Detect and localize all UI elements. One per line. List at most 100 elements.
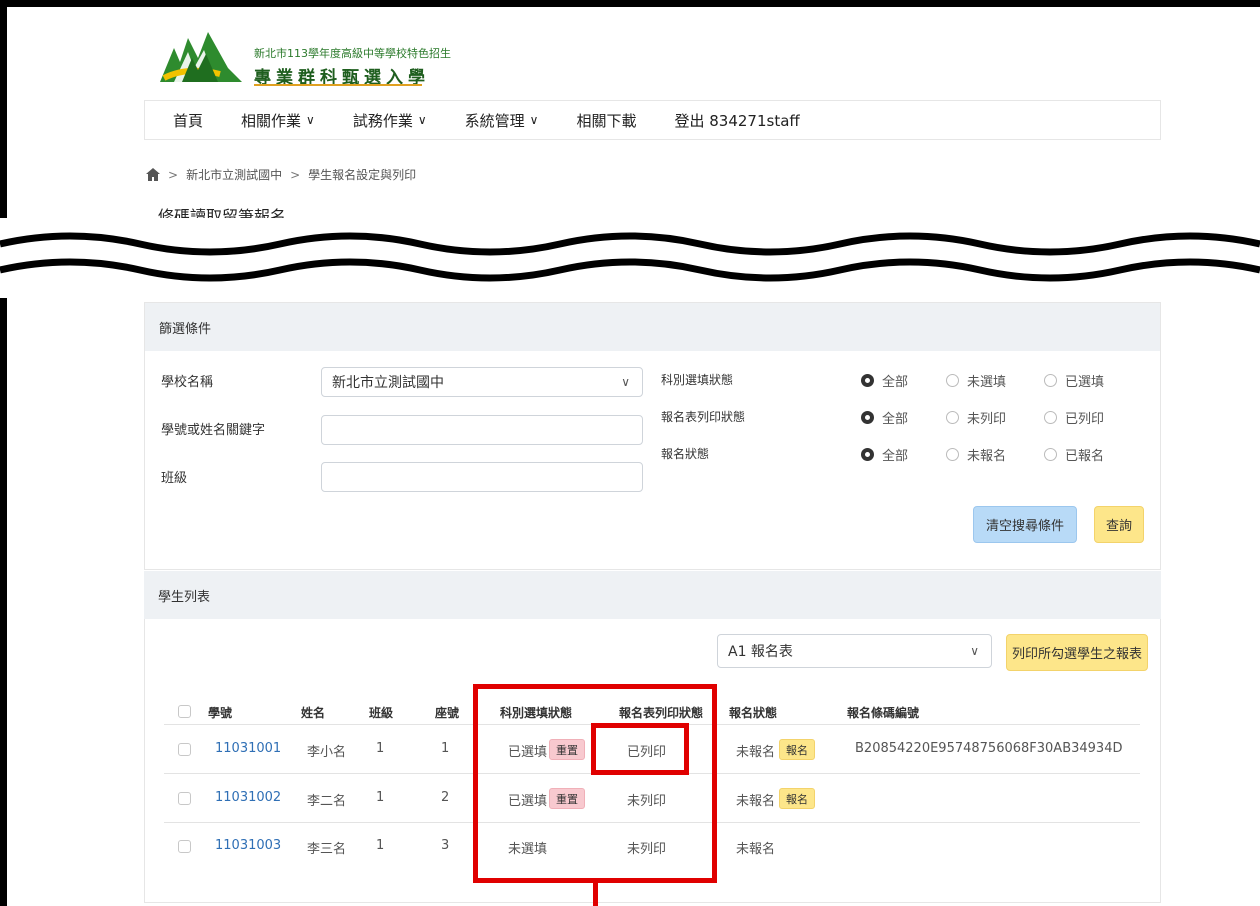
barcode-number: B20854220E95748756068F30AB34934D bbox=[855, 741, 1123, 756]
student-name: 李小名 bbox=[307, 745, 347, 760]
select-all-checkbox[interactable] bbox=[178, 705, 191, 718]
chevron-down-icon: ∨ bbox=[970, 644, 979, 658]
breadcrumb-separator: > bbox=[168, 167, 179, 182]
radio-label: 已選填 bbox=[1065, 375, 1105, 390]
col-header-reg-status[interactable]: 報名狀態 bbox=[729, 704, 777, 721]
radio-label: 已報名 bbox=[1065, 449, 1105, 464]
nav-item-exam-work[interactable]: 試務作業 ∨ bbox=[353, 110, 427, 131]
breadcrumb-item-school[interactable]: 新北市立測試國中 bbox=[186, 166, 282, 183]
breadcrumb: > 新北市立測試國中 > 學生報名設定與列印 bbox=[146, 166, 416, 183]
student-seat: 3 bbox=[441, 838, 450, 853]
school-label: 學校名稱 bbox=[161, 375, 214, 390]
keyword-input[interactable] bbox=[321, 415, 643, 445]
col-header-barcode[interactable]: 報名條碼編號 bbox=[847, 704, 919, 721]
print-status-label: 報名表列印狀態 bbox=[661, 410, 746, 424]
print-selected-button[interactable]: 列印所勾選學生之報表 bbox=[1006, 634, 1148, 671]
clear-filters-button[interactable]: 清空搜尋條件 bbox=[973, 506, 1077, 543]
student-id-link[interactable]: 11031003 bbox=[215, 838, 281, 853]
radio-reg-unregistered[interactable]: 未報名 bbox=[946, 445, 1006, 464]
student-seat: 1 bbox=[441, 741, 450, 756]
radio-dot bbox=[946, 448, 959, 461]
radio-dot bbox=[1044, 374, 1057, 387]
nav-item-system-admin[interactable]: 系統管理 ∨ bbox=[465, 110, 539, 131]
radio-label: 全部 bbox=[882, 412, 909, 427]
student-name: 李二名 bbox=[307, 794, 347, 809]
student-id-link[interactable]: 11031002 bbox=[215, 790, 281, 805]
main-nav: 首頁 相關作業 ∨ 試務作業 ∨ 系統管理 ∨ 相關下載 登出 834271staff bbox=[144, 100, 1161, 140]
home-icon[interactable] bbox=[146, 168, 160, 181]
chevron-down-icon: ∨ bbox=[529, 113, 539, 127]
school-select[interactable]: 新北市立測試國中 ∨ bbox=[321, 367, 643, 397]
radio-dot bbox=[1044, 448, 1057, 461]
radio-dot bbox=[1044, 411, 1057, 424]
nav-label: 系統管理 bbox=[464, 111, 525, 130]
col-header-class[interactable]: 班級 bbox=[369, 704, 393, 721]
radio-dot bbox=[861, 448, 874, 461]
row-checkbox[interactable] bbox=[178, 743, 191, 756]
chevron-down-icon: ∨ bbox=[621, 375, 630, 389]
radio-label: 已列印 bbox=[1065, 412, 1105, 427]
radio-select-all[interactable]: 全部 bbox=[861, 371, 908, 390]
page-title: 修碼讀取留筆報名 bbox=[158, 207, 287, 219]
col-header-id[interactable]: 學號 bbox=[208, 704, 232, 721]
radio-label: 全部 bbox=[882, 449, 909, 464]
nav-item-downloads[interactable]: 相關下載 bbox=[576, 110, 636, 131]
logo-underline bbox=[254, 84, 422, 86]
col-header-name[interactable]: 姓名 bbox=[301, 704, 325, 721]
col-header-seat[interactable]: 座號 bbox=[435, 704, 459, 721]
screenshot-frame-top bbox=[0, 0, 1260, 7]
school-select-value: 新北市立測試國中 bbox=[332, 375, 444, 391]
annotation-pointer-line bbox=[593, 883, 598, 906]
radio-select-filled[interactable]: 已選填 bbox=[1044, 371, 1104, 390]
nav-item-home[interactable]: 首頁 bbox=[173, 110, 203, 131]
form-type-select[interactable]: A1 報名表 ∨ bbox=[717, 634, 992, 668]
class-input[interactable] bbox=[321, 462, 643, 492]
reg-status: 未報名 bbox=[736, 842, 776, 857]
mountain-logo-icon bbox=[160, 32, 242, 82]
register-button[interactable]: 報名 bbox=[779, 739, 815, 760]
nav-label: 登出 834271staff bbox=[674, 111, 800, 130]
radio-reg-all[interactable]: 全部 bbox=[861, 445, 908, 464]
screenshot-frame-left bbox=[0, 0, 7, 906]
site-logo[interactable]: 新北市113學年度高級中等學校特色招生 專業群科甄選入學 bbox=[158, 28, 458, 88]
filter-panel-title: 篩選條件 bbox=[145, 303, 1160, 351]
radio-reg-registered[interactable]: 已報名 bbox=[1044, 445, 1104, 464]
class-label: 班級 bbox=[161, 471, 188, 486]
register-button[interactable]: 報名 bbox=[779, 788, 815, 809]
nav-label: 首頁 bbox=[173, 111, 204, 130]
student-class: 1 bbox=[376, 838, 385, 853]
radio-label: 未報名 bbox=[967, 449, 1007, 464]
student-class: 1 bbox=[376, 790, 385, 805]
nav-label: 試務作業 bbox=[352, 111, 413, 130]
radio-label: 未列印 bbox=[967, 412, 1007, 427]
student-id-link[interactable]: 11031001 bbox=[215, 741, 281, 756]
radio-label: 未選填 bbox=[967, 375, 1007, 390]
breadcrumb-separator: > bbox=[290, 167, 301, 182]
select-status-label: 科別選填狀態 bbox=[661, 373, 734, 387]
student-class: 1 bbox=[376, 741, 385, 756]
search-button[interactable]: 查詢 bbox=[1094, 506, 1144, 543]
reg-status-label: 報名狀態 bbox=[661, 447, 710, 461]
chevron-down-icon: ∨ bbox=[417, 113, 427, 127]
radio-print-printed[interactable]: 已列印 bbox=[1044, 408, 1104, 427]
logo-subtitle: 新北市113學年度高級中等學校特色招生 bbox=[254, 47, 451, 60]
nav-label: 相關作業 bbox=[241, 111, 302, 130]
radio-print-unprinted[interactable]: 未列印 bbox=[946, 408, 1006, 427]
form-type-value: A1 報名表 bbox=[728, 644, 793, 660]
reg-status: 未報名 bbox=[736, 794, 776, 809]
nav-label: 相關下載 bbox=[576, 111, 637, 130]
nav-item-related-work[interactable]: 相關作業 ∨ bbox=[241, 110, 315, 131]
breadcrumb-item-current: 學生報名設定與列印 bbox=[308, 168, 417, 182]
reg-status: 未報名 bbox=[736, 745, 776, 760]
student-seat: 2 bbox=[441, 790, 450, 805]
radio-dot bbox=[946, 374, 959, 387]
row-checkbox[interactable] bbox=[178, 840, 191, 853]
nav-item-logout[interactable]: 登出 834271staff bbox=[674, 110, 799, 131]
radio-select-unfilled[interactable]: 未選填 bbox=[946, 371, 1006, 390]
cut-wave-separator bbox=[0, 218, 1260, 298]
row-checkbox[interactable] bbox=[178, 792, 191, 805]
radio-dot bbox=[946, 411, 959, 424]
radio-print-all[interactable]: 全部 bbox=[861, 408, 908, 427]
highlight-printed-cell bbox=[591, 723, 689, 775]
highlight-status-columns bbox=[473, 684, 717, 883]
